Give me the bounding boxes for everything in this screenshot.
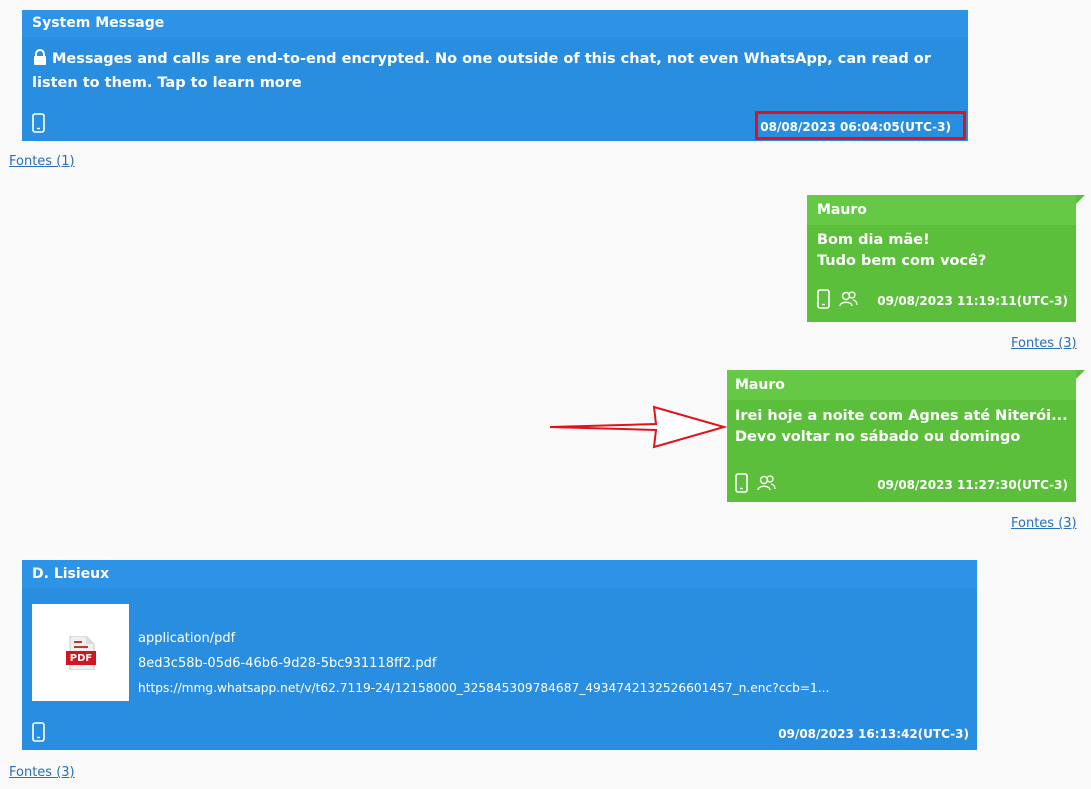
phone-icon — [32, 113, 45, 137]
attachment-file-name: 8ed3c58b-05d6-46b6-9d28-5bc931118ff2.pdf — [138, 655, 437, 671]
message-timestamp: 09/08/2023 11:19:11(UTC-3) — [877, 294, 1068, 308]
message-line: Tudo bem com você? — [817, 253, 987, 269]
sources-link[interactable]: Fontes (3) — [1011, 336, 1077, 351]
message-timestamp: 09/08/2023 16:13:42(UTC-3) — [778, 727, 969, 741]
message-body: Irei hoje a noite com Agnes até Niterói.… — [727, 400, 1076, 448]
phone-icon — [32, 722, 45, 746]
sender-name: Mauro — [807, 195, 1076, 225]
sender-name: D. Lisieux — [22, 560, 977, 588]
outgoing-message-bubble: Mauro Bom dia mãe! Tudo bem com você? 09… — [807, 195, 1085, 322]
sender-name: Mauro — [727, 370, 1076, 400]
timestamp-highlight-box: 08/08/2023 06:04:05(UTC-3) — [755, 110, 966, 140]
attachment-message-bubble: D. Lisieux PDF application/pdf 8ed3c58b-… — [22, 560, 977, 750]
outgoing-message-bubble: Mauro Irei hoje a noite com Agnes até Ni… — [727, 370, 1085, 502]
message-body: Bom dia mãe! Tudo bem com você? — [807, 225, 1076, 272]
system-message-bubble: System Message Messages and calls are en… — [22, 10, 968, 141]
lock-icon — [32, 49, 48, 72]
pdf-thumbnail[interactable]: PDF — [32, 604, 129, 701]
sources-link[interactable]: Fontes (1) — [9, 154, 75, 169]
message-line: Bom dia mãe! — [817, 232, 930, 248]
message-timestamp: 08/08/2023 06:04:05(UTC-3) — [760, 119, 951, 134]
attachment-url[interactable]: https://mmg.whatsapp.net/v/t62.7119-24/1… — [138, 676, 829, 701]
contacts-icon — [838, 290, 858, 312]
message-line: Irei hoje a noite com Agnes até Niterói.… — [735, 408, 1068, 424]
annotation-arrow-icon — [549, 405, 728, 449]
phone-icon — [817, 289, 830, 313]
contacts-icon — [756, 474, 776, 496]
bubble-tail — [1076, 195, 1085, 204]
attachment-mime-type: application/pdf — [138, 631, 236, 646]
phone-icon — [735, 473, 748, 497]
bubble-tail — [1076, 370, 1085, 379]
attachment-details: application/pdf 8ed3c58b-05d6-46b6-9d28-… — [138, 627, 829, 701]
sources-link[interactable]: Fontes (3) — [9, 765, 75, 780]
message-line: Devo voltar no sábado ou domingo — [735, 429, 1021, 445]
sender-name: System Message — [22, 10, 968, 37]
message-body: Messages and calls are end-to-end encryp… — [22, 37, 968, 94]
sources-link[interactable]: Fontes (3) — [1011, 516, 1077, 531]
pdf-label: PDF — [69, 653, 93, 664]
system-message-text: Messages and calls are end-to-end encryp… — [32, 51, 931, 91]
message-timestamp: 09/08/2023 11:27:30(UTC-3) — [877, 478, 1068, 492]
